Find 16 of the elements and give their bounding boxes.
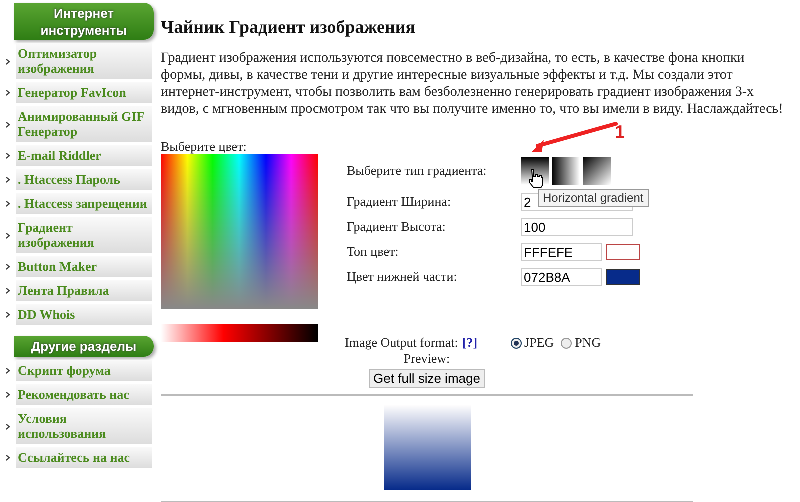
sidebar-header: Другие разделы (14, 336, 154, 357)
field-label: Выберите тип градиента: (347, 163, 488, 179)
radio-label: PNG (575, 335, 602, 351)
annotation-number: 1 (615, 122, 626, 143)
field-label: Цвет нижней части: (347, 269, 458, 285)
field-label: Топ цвет: (347, 244, 400, 260)
sidebar-header: Интернет инструменты (14, 3, 154, 40)
intro-paragraph: Градиент изображения используются повсеместно в веб-дизайна, то есть, в качестве фона кнопки формы, дивы, в качестве тени и другие интересные визуальные эффекты и т.д. Мы создали этот интернет-инструмент, чтобы позволить вам безболезненно генерировать градиент изображения 3-х видов, с мгновенным просмотром так что вы получите именно то, что вы имели в виду. Наслаждайтесь! (161, 50, 784, 118)
tooltip: Horizontal gradient (538, 189, 649, 207)
format-label: Image Output format: (345, 335, 458, 351)
color-label: Выберите цвет: (161, 140, 248, 154)
page-title: Чайник Градиент изображения (161, 17, 416, 38)
radio-label: JPEG (524, 335, 554, 351)
preview-label: Preview: (404, 351, 450, 367)
field-label: Градиент Высота: (347, 219, 447, 235)
field-label: Градиент Ширина: (347, 194, 452, 210)
